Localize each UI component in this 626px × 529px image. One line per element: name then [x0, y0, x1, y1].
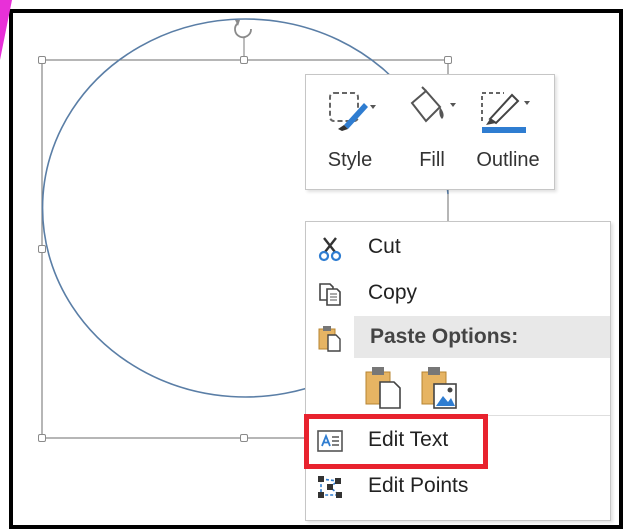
style-button[interactable]: Style: [320, 85, 380, 172]
clipboard-icon: [318, 326, 341, 352]
menu-item-copy[interactable]: Copy: [306, 272, 610, 314]
scissors-icon: [318, 237, 342, 262]
paste-options-icon-slot: [306, 316, 354, 358]
edit-points-label: Edit Points: [368, 474, 469, 497]
fill-button[interactable]: Fill: [402, 85, 462, 172]
paint-bucket-icon: [410, 86, 456, 123]
resize-handle-bottom-left[interactable]: [38, 434, 46, 442]
mini-toolbar: Style Fill Outline: [305, 74, 555, 190]
fill-label: Fill: [419, 149, 445, 171]
outline-label: Outline: [476, 149, 540, 171]
outline-button[interactable]: Outline: [468, 85, 548, 172]
paste-picture-button[interactable]: [418, 364, 462, 410]
paste-keep-source-button[interactable]: [362, 364, 406, 410]
menu-item-cut[interactable]: Cut: [306, 226, 610, 268]
paste-keep-source-icon: [365, 367, 401, 409]
paste-picture-icon: [421, 367, 457, 409]
resize-handle-top-left[interactable]: [38, 56, 46, 64]
copy-icon: [319, 283, 341, 306]
resize-handle-top-right[interactable]: [444, 56, 452, 64]
resize-handle-middle-left[interactable]: [38, 245, 46, 253]
context-menu: Cut Copy Paste Options: Edit Text Edit P…: [305, 221, 611, 521]
shape-style-icon: [329, 92, 376, 131]
rotate-handle-icon[interactable]: [234, 20, 252, 39]
edit-text-highlight-box: [304, 414, 488, 469]
resize-handle-top-center[interactable]: [240, 56, 248, 64]
style-label: Style: [327, 149, 373, 171]
edit-points-icon: [318, 476, 342, 498]
cut-label: Cut: [368, 235, 401, 258]
resize-handle-bottom-center[interactable]: [240, 434, 248, 442]
outline-pen-icon: [481, 92, 530, 133]
paste-options-header: Paste Options:: [354, 316, 610, 358]
menu-item-edit-points[interactable]: Edit Points: [306, 465, 610, 507]
paste-options-label: Paste Options:: [370, 325, 519, 348]
copy-label: Copy: [368, 281, 418, 304]
